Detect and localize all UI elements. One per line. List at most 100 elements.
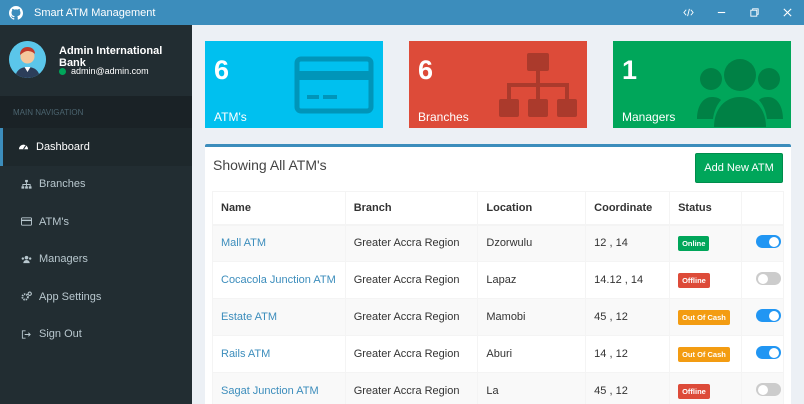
cell-status: Out Of Cash	[669, 298, 742, 336]
status-badge: Out Of Cash	[678, 346, 730, 362]
atm-name-link[interactable]: Estate ATM	[221, 311, 277, 323]
sidebar: Admin International Bank admin@admin.com…	[0, 25, 192, 404]
table-header-row: Name Branch Location Coordinate Status	[212, 191, 785, 226]
cell-branch: Greater Accra Region	[344, 261, 479, 299]
cell-coordinate: 12 , 14	[585, 224, 671, 262]
table-row: Cocacola Junction ATM Greater Accra Regi…	[212, 261, 785, 299]
add-new-atm-button[interactable]: Add New ATM	[695, 153, 783, 183]
sidebar-item-label: ATM's	[39, 215, 70, 228]
cell-location: Mamobi	[477, 298, 587, 336]
sidebar-item-label: Dashboard	[36, 140, 90, 153]
sitemap-icon	[20, 178, 32, 190]
stat-label: ATM's	[214, 110, 247, 124]
sidebar-item-dashboard[interactable]: Dashboard	[0, 128, 192, 166]
atm-table: Name Branch Location Coordinate Status M…	[212, 191, 785, 404]
cell-toggle	[740, 224, 785, 262]
cell-status: Offline	[669, 261, 742, 299]
sign-out-icon	[20, 328, 32, 340]
column-header-name[interactable]: Name	[212, 191, 346, 226]
cell-toggle	[740, 261, 785, 299]
stat-box-managers[interactable]: 1 Managers	[613, 41, 791, 128]
user-panel: Admin International Bank admin@admin.com	[0, 25, 192, 96]
cell-name: Sagat Junction ATM	[212, 372, 346, 404]
cell-toggle	[740, 372, 785, 404]
column-header-coordinate[interactable]: Coordinate	[585, 191, 671, 226]
stat-value: 1	[622, 55, 638, 85]
stat-box-branches[interactable]: 6 Branches	[409, 41, 587, 128]
stat-value: 6	[214, 55, 230, 85]
user-avatar-icon	[9, 41, 46, 78]
cell-toggle	[740, 335, 785, 373]
credit-card-icon	[294, 56, 374, 114]
main-content: 6 ATM's 6 Branches 1 Managers Showing Al…	[192, 25, 804, 404]
atm-enabled-toggle[interactable]	[755, 309, 781, 322]
sidebar-item-label: App Settings	[39, 290, 102, 303]
table-row: Estate ATM Greater Accra Region Mamobi 4…	[212, 298, 785, 336]
table-row: Sagat Junction ATM Greater Accra Region …	[212, 372, 785, 404]
column-header-toggle	[740, 191, 785, 226]
minimize-icon	[717, 11, 726, 14]
sidebar-item-label: Managers	[39, 253, 88, 266]
online-status-dot	[59, 67, 66, 75]
cogs-icon	[20, 291, 32, 303]
column-header-location[interactable]: Location	[477, 191, 587, 226]
sidebar-item-sign-out[interactable]: Sign Out	[0, 316, 192, 354]
status-badge: Out Of Cash	[678, 309, 730, 325]
atm-name-link[interactable]: Cocacola Junction ATM	[221, 274, 336, 286]
cell-status: Out Of Cash	[669, 335, 742, 373]
user-email: admin@admin.com	[71, 66, 149, 76]
credit-card-icon	[20, 216, 32, 228]
window-titlebar: Smart ATM Management	[0, 0, 804, 25]
sidebar-item-label: Sign Out	[39, 328, 82, 341]
cell-name: Cocacola Junction ATM	[212, 261, 346, 299]
status-badge: Online	[678, 235, 710, 251]
sidebar-item-branches[interactable]: Branches	[0, 166, 192, 204]
user-status: admin@admin.com	[59, 66, 149, 76]
cell-status: Online	[669, 224, 742, 262]
cell-name: Rails ATM	[212, 335, 346, 373]
cell-location: La	[477, 372, 587, 404]
atm-name-link[interactable]: Sagat Junction ATM	[221, 385, 319, 397]
atm-enabled-toggle[interactable]	[755, 383, 781, 396]
column-header-status[interactable]: Status	[669, 191, 742, 226]
table-row: Mall ATM Greater Accra Region Dzorwulu 1…	[212, 224, 785, 262]
github-icon	[9, 5, 23, 20]
close-icon	[783, 8, 792, 17]
cell-branch: Greater Accra Region	[344, 298, 479, 336]
cell-branch: Greater Accra Region	[344, 335, 479, 373]
cell-coordinate: 45 , 12	[585, 298, 671, 336]
sidebar-item-label: Branches	[39, 178, 86, 191]
sitemap-icon	[499, 53, 577, 117]
cell-name: Mall ATM	[212, 224, 346, 262]
atm-list-panel: Showing All ATM's Add New ATM Name Branc…	[205, 144, 791, 404]
sidebar-item-app-settings[interactable]: App Settings	[0, 278, 192, 316]
minimize-button[interactable]	[705, 0, 738, 25]
window-title: Smart ATM Management	[34, 6, 156, 19]
close-button[interactable]	[771, 0, 804, 25]
stat-box-atms[interactable]: 6 ATM's	[205, 41, 383, 128]
users-icon	[20, 253, 32, 265]
nav-header: MAIN NAVIGATION	[0, 96, 192, 128]
cell-location: Lapaz	[477, 261, 587, 299]
status-badge: Offline	[678, 383, 710, 399]
devtools-button[interactable]	[672, 0, 705, 25]
stat-value: 6	[418, 55, 434, 85]
table-row: Rails ATM Greater Accra Region Aburi 14 …	[212, 335, 785, 373]
atm-name-link[interactable]: Rails ATM	[221, 348, 270, 360]
cell-toggle	[740, 298, 785, 336]
stat-label: Branches	[418, 110, 469, 124]
atm-enabled-toggle[interactable]	[755, 346, 781, 359]
sidebar-item-atms[interactable]: ATM's	[0, 203, 192, 241]
cell-location: Dzorwulu	[477, 224, 587, 262]
cell-coordinate: 14.12 , 14	[585, 261, 671, 299]
restore-icon	[750, 8, 759, 17]
cell-coordinate: 45 , 12	[585, 372, 671, 404]
atm-name-link[interactable]: Mall ATM	[221, 237, 266, 249]
column-header-branch[interactable]: Branch	[344, 191, 479, 226]
maximize-button[interactable]	[738, 0, 771, 25]
sidebar-item-managers[interactable]: Managers	[0, 241, 192, 279]
cell-branch: Greater Accra Region	[344, 372, 479, 404]
atm-enabled-toggle[interactable]	[755, 272, 781, 285]
atm-enabled-toggle[interactable]	[755, 235, 781, 249]
users-icon	[697, 59, 783, 127]
